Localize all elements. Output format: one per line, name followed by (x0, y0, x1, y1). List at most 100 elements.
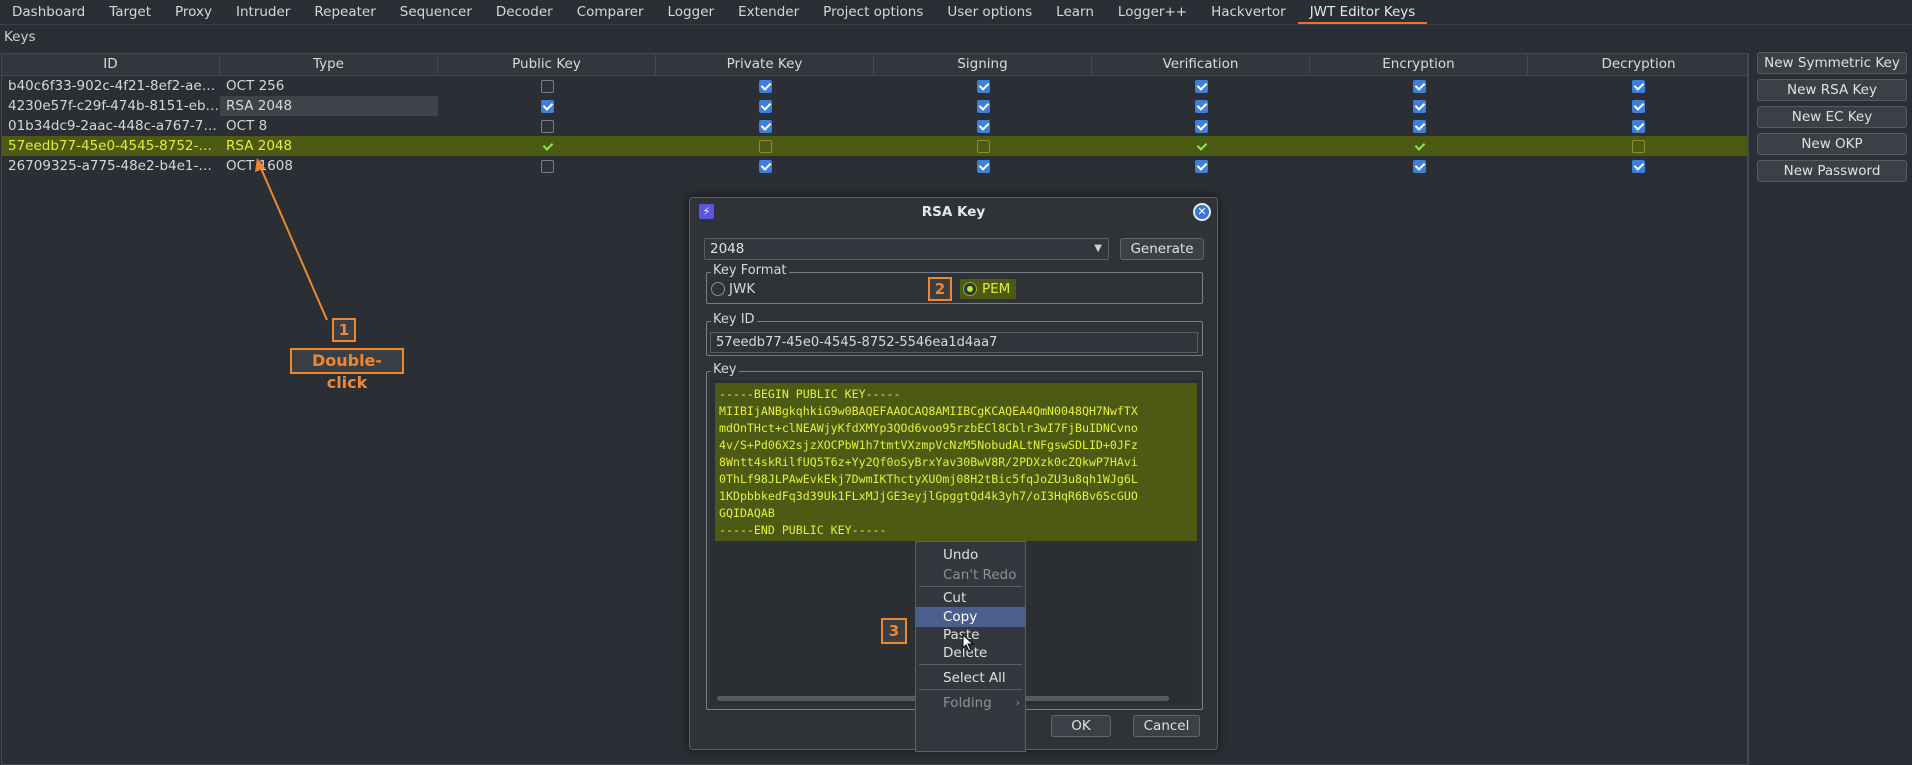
checkbox-checked-icon[interactable] (1412, 119, 1426, 133)
key-text-line: mdOnTHct+clNEAWjyKfdXMYp3QOd6voo95rzbECl… (719, 421, 1138, 435)
checkbox-checked-icon[interactable] (976, 79, 990, 93)
key-text-line: MIIBIjANBgkqhkiG9w0BAQEFAAOCAQ8AMIIBCgKC… (719, 404, 1138, 418)
checkbox-unchecked-icon[interactable] (540, 79, 554, 93)
tab-intruder[interactable]: Intruder (224, 0, 302, 24)
checkbox-checked-icon[interactable] (976, 99, 990, 113)
key-text-line: GQIDAQAB (719, 506, 775, 520)
menu-item-cut[interactable]: Cut (916, 588, 1025, 608)
column-header[interactable]: Private Key (656, 54, 874, 75)
checkbox-unchecked-icon[interactable] (1632, 139, 1645, 153)
checkbox-checked-icon[interactable] (1632, 159, 1645, 173)
checkbox-checked-icon[interactable] (758, 99, 772, 113)
ok-button[interactable]: OK (1051, 715, 1111, 737)
checkbox-checked-icon[interactable] (1194, 79, 1208, 93)
column-header[interactable]: Type (220, 54, 438, 75)
checkbox-unchecked-icon[interactable] (540, 159, 554, 173)
tab-jwt-editor-keys[interactable]: JWT Editor Keys (1297, 0, 1428, 24)
checkbox-checked-icon[interactable] (758, 79, 772, 93)
table-row[interactable]: 57eedb77-45e0-4545-8752-5546... RSA 2048 (2, 136, 1747, 156)
checkbox-checked-icon[interactable] (540, 99, 554, 113)
table-row[interactable]: 26709325-a775-48e2-b4e1-68e4... OCT 1608 (2, 156, 1747, 176)
tab-target[interactable]: Target (97, 0, 163, 24)
checkbox-cell (656, 96, 874, 116)
key-id-input[interactable]: 57eedb77-45e0-4545-8752-5546ea1d4aa7 (710, 332, 1198, 353)
checkbox-checked-icon[interactable] (758, 119, 772, 133)
new-okp-button[interactable]: New OKP (1757, 133, 1907, 155)
column-header[interactable]: Signing (874, 54, 1092, 75)
checkbox-checked-icon[interactable] (1632, 99, 1645, 113)
checkbox-checked-icon[interactable] (1194, 119, 1208, 133)
pem-label: PEM (982, 281, 1011, 297)
checkbox-checked-icon[interactable] (1413, 140, 1426, 153)
chevron-down-icon: ▼ (1094, 243, 1102, 254)
new-ec-key-button[interactable]: New EC Key (1757, 106, 1907, 128)
table-row[interactable]: b40c6f33-902c-4f21-8ef2-ae4b4e... OCT 256 (2, 76, 1747, 96)
menu-item-undo[interactable]: Undo (916, 545, 1025, 565)
checkbox-cell (1528, 76, 1749, 96)
checkbox-checked-icon[interactable] (976, 119, 990, 133)
checkbox-unchecked-icon[interactable] (540, 119, 554, 133)
tab-hackvertor[interactable]: Hackvertor (1199, 0, 1298, 24)
tab-extender[interactable]: Extender (726, 0, 811, 24)
checkbox-checked-icon[interactable] (541, 140, 554, 153)
tab-repeater[interactable]: Repeater (302, 0, 387, 24)
pem-radio[interactable] (963, 282, 977, 296)
menu-item-label: Select All (943, 670, 1006, 686)
menu-item-copy[interactable]: Copy (916, 607, 1025, 627)
checkbox-cell (656, 156, 874, 176)
column-header[interactable]: ID (2, 54, 220, 75)
checkbox-checked-icon[interactable] (1194, 159, 1208, 173)
tab-logger[interactable]: Logger (656, 0, 727, 24)
jwk-label: JWK (729, 281, 756, 297)
table-row[interactable]: 01b34dc9-2aac-448c-a767-78f42... OCT 8 (2, 116, 1747, 136)
close-icon[interactable]: ✕ (1193, 203, 1211, 221)
checkbox-unchecked-icon[interactable] (976, 139, 990, 153)
key-text-line: 4v/S+Pd06X2sjzXOCPbW1h7tmtVXzmpVcNzM5Nob… (719, 438, 1138, 452)
tab-logger-[interactable]: Logger++ (1106, 0, 1199, 24)
checkbox-checked-icon[interactable] (1412, 159, 1426, 173)
checkbox-checked-icon[interactable] (976, 159, 990, 173)
column-header[interactable]: Public Key (438, 54, 656, 75)
key-id-group: Key ID 57eedb77-45e0-4545-8752-5546ea1d4… (706, 313, 1203, 356)
checkbox-checked-icon[interactable] (758, 159, 772, 173)
key-size-select[interactable]: 2048 ▼ (704, 238, 1109, 260)
checkbox-cell (1528, 156, 1749, 176)
table-row[interactable]: 4230e57f-c29f-474b-8151-eb106...RSA 2048 (2, 96, 1747, 116)
checkbox-cell (656, 136, 874, 156)
tab-project-options[interactable]: Project options (811, 0, 935, 24)
checkbox-checked-icon[interactable] (1632, 119, 1645, 133)
tab-dashboard[interactable]: Dashboard (0, 0, 97, 24)
column-header[interactable]: Verification (1092, 54, 1310, 75)
column-header[interactable]: Encryption (1310, 54, 1528, 75)
new-password-button[interactable]: New Password (1757, 160, 1907, 182)
checkbox-cell (1092, 76, 1310, 96)
checkbox-checked-icon[interactable] (1194, 99, 1208, 113)
checkbox-cell (438, 116, 656, 136)
menu-item-select-all[interactable]: Select All (916, 668, 1025, 688)
checkbox-cell (1092, 136, 1310, 156)
checkbox-checked-icon[interactable] (1412, 99, 1426, 113)
checkbox-unchecked-icon[interactable] (758, 139, 772, 153)
menu-item-label: Can't Redo (943, 567, 1017, 583)
tab-sequencer[interactable]: Sequencer (388, 0, 484, 24)
tab-proxy[interactable]: Proxy (163, 0, 224, 24)
tab-learn[interactable]: Learn (1044, 0, 1106, 24)
menu-item-folding: Folding › (916, 693, 1025, 713)
new-rsa-key-button[interactable]: New RSA Key (1757, 79, 1907, 101)
generate-button[interactable]: Generate (1120, 238, 1204, 260)
tab-comparer[interactable]: Comparer (565, 0, 656, 24)
mouse-cursor-icon (962, 634, 975, 652)
menu-separator (919, 586, 1022, 587)
tab-decoder[interactable]: Decoder (484, 0, 565, 24)
annotation-double-click: Double-click (290, 348, 404, 392)
checkbox-checked-icon[interactable] (1412, 79, 1426, 93)
column-header[interactable]: Decryption (1528, 54, 1749, 75)
key-type-cell: OCT 1608 (226, 158, 293, 174)
cancel-button[interactable]: Cancel (1133, 715, 1200, 737)
checkbox-checked-icon[interactable] (1195, 140, 1208, 153)
new-symmetric-key-button[interactable]: New Symmetric Key (1757, 52, 1907, 74)
tab-user-options[interactable]: User options (935, 0, 1044, 24)
checkbox-checked-icon[interactable] (1632, 79, 1645, 93)
menu-item-label: Copy (943, 609, 978, 625)
jwk-radio[interactable] (711, 282, 725, 296)
